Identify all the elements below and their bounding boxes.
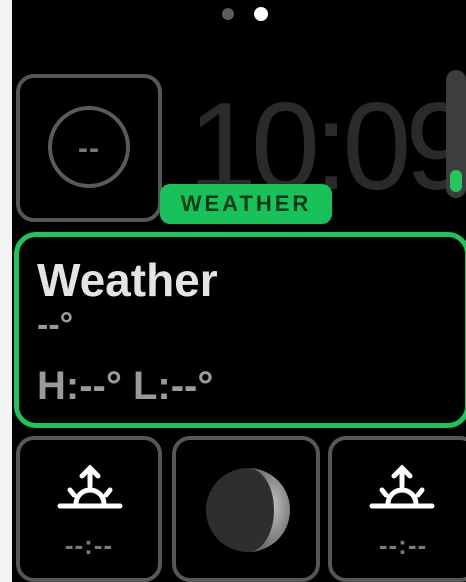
selected-complication-label: WEATHER: [160, 184, 332, 224]
sunrise-complication[interactable]: --:--: [16, 436, 162, 582]
moon-phase-complication[interactable]: [172, 436, 320, 582]
sunrise-icon: [57, 464, 123, 509]
watch-face-screen: -- 10:09 Weather --° H:--° L:--° WEATHER…: [0, 0, 466, 582]
scroll-position-thumb: [450, 170, 462, 192]
page-dot-2-active: [254, 7, 268, 21]
sunset-complication[interactable]: --:--: [328, 436, 466, 582]
weather-high-low: H:--° L:--°: [37, 364, 214, 408]
sunset-icon: [369, 464, 435, 509]
weather-temperature: --°: [37, 306, 74, 344]
digital-crown-scroll-indicator[interactable]: [446, 70, 466, 198]
timer-value: --: [78, 132, 100, 165]
moon-phase-icon: [206, 468, 290, 552]
screen-edge: [0, 0, 12, 582]
page-dot-1: [222, 8, 234, 20]
weather-title: Weather: [37, 254, 218, 306]
sunset-time: --:--: [378, 530, 428, 560]
timer-complication[interactable]: --: [16, 74, 162, 222]
timer-ring-icon: --: [48, 106, 130, 188]
page-indicator: [220, 4, 280, 24]
sunrise-time: --:--: [64, 530, 114, 560]
weather-complication[interactable]: Weather --° H:--° L:--°: [14, 232, 466, 428]
